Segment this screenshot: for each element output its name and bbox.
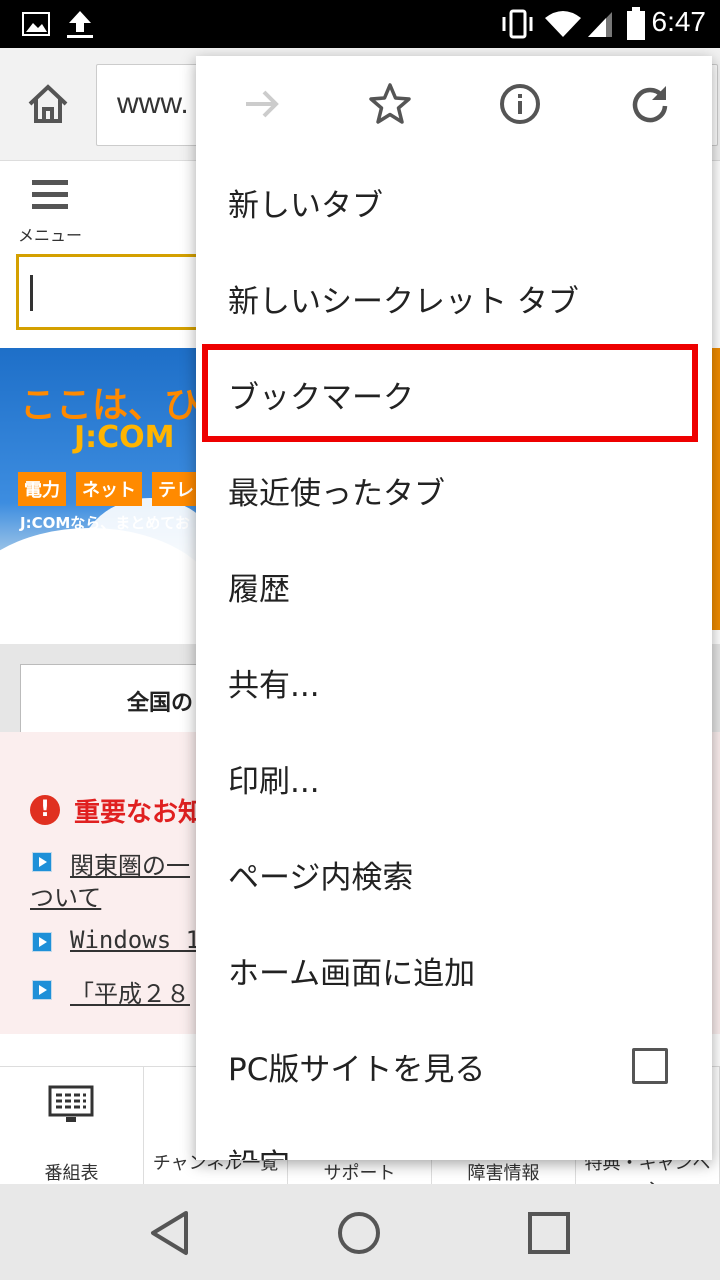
wifi-icon [545, 11, 581, 37]
bullet-arrow-icon [32, 932, 52, 952]
home-circle-icon[interactable] [336, 1210, 382, 1256]
banner-chip: テレ [152, 472, 200, 506]
text-caret [30, 275, 33, 311]
notice-link[interactable]: 「平成２８ [70, 974, 190, 1009]
info-icon[interactable] [498, 82, 542, 126]
tv-guide-icon [48, 1085, 94, 1122]
menu-add-to-home[interactable]: ホーム画面に追加 [228, 948, 475, 993]
home-icon[interactable] [26, 84, 70, 124]
forward-icon[interactable] [242, 84, 282, 124]
banner-chip: 電力 [18, 472, 66, 506]
bookmark-highlight-frame [202, 344, 698, 442]
menu-label: メニュー [18, 226, 83, 245]
banner-edge [712, 348, 720, 630]
bullet-arrow-icon [32, 980, 52, 1000]
notice-title: 重要なお知 [74, 798, 205, 828]
notice-link[interactable]: 関東圏の一 [70, 846, 190, 881]
nav-label: 番組表 [44, 1163, 99, 1184]
hamburger-menu-icon[interactable] [30, 178, 70, 212]
alert-icon: ! [30, 795, 60, 825]
recents-icon[interactable] [526, 1210, 572, 1256]
banner-subtext: J:COMなら、まとめてお [20, 514, 190, 532]
desktop-site-checkbox[interactable] [632, 1048, 668, 1084]
menu-share[interactable]: 共有... [228, 660, 320, 705]
banner-brand: J:COM [74, 420, 175, 455]
notice-link[interactable]: Windows 10 [70, 926, 215, 954]
url-text: www. [117, 87, 189, 120]
nav-label: 障害情報 [467, 1163, 540, 1184]
menu-find-in-page[interactable]: ページ内検索 [228, 852, 413, 897]
status-bar: 6:47 [0, 0, 720, 48]
menu-request-desktop-site[interactable]: PC版サイトを見る [228, 1044, 485, 1089]
menu-icon-row [196, 56, 712, 152]
upload-notification-icon [67, 11, 93, 38]
menu-print[interactable]: 印刷... [228, 756, 320, 801]
signal-icon [588, 12, 612, 37]
menu-settings[interactable]: 設定 [228, 1140, 290, 1160]
vibrate-icon [502, 9, 533, 39]
back-icon[interactable] [148, 1210, 192, 1256]
system-nav-bar [0, 1184, 720, 1280]
nationwide-button-label: 全国の [127, 691, 194, 716]
status-time: 6:47 [651, 6, 707, 37]
banner-chip: ネット [76, 472, 142, 506]
menu-new-incognito-tab[interactable]: 新しいシークレット タブ [228, 276, 579, 321]
notice-link-continued[interactable]: ついて [30, 878, 101, 913]
nav-label: サポート [323, 1163, 396, 1184]
star-icon[interactable] [368, 82, 412, 126]
menu-new-tab[interactable]: 新しいタブ [228, 180, 383, 225]
battery-icon [627, 7, 645, 40]
reload-icon[interactable] [628, 82, 672, 126]
menu-history[interactable]: 履歴 [228, 564, 290, 609]
image-notification-icon [22, 12, 50, 36]
menu-recent-tabs[interactable]: 最近使ったタブ [228, 468, 445, 513]
bullet-arrow-icon [32, 852, 52, 872]
nav-tv-guide[interactable]: 番組表 [0, 1067, 144, 1185]
browser-overflow-menu: 新しいタブ 新しいシークレット タブ ブックマーク 最近使ったタブ 履歴 共有.… [196, 56, 712, 1160]
